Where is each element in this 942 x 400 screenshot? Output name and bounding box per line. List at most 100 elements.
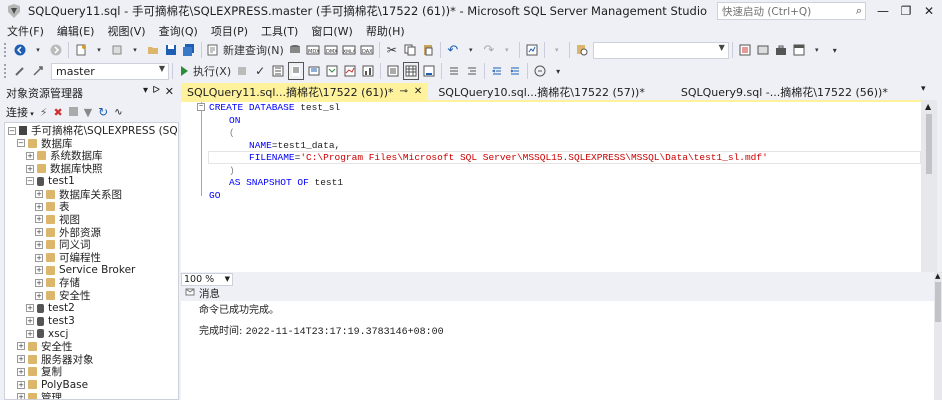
save-icon[interactable] — [163, 41, 179, 59]
toolbar-grip[interactable] — [3, 63, 7, 79]
db-engine-query-icon[interactable] — [287, 41, 303, 59]
expand-icon[interactable]: + — [26, 317, 34, 325]
redo-icon[interactable]: ↷ — [481, 41, 497, 59]
results-to-file-icon[interactable] — [421, 62, 437, 80]
tree-node[interactable]: + 数据库快照 — [26, 162, 103, 175]
expand-icon[interactable]: + — [35, 190, 43, 198]
chevron-down-icon[interactable]: ▾ — [30, 41, 46, 59]
mdx-query-icon[interactable]: MDX — [305, 41, 321, 59]
menu-window[interactable]: 窗口(W) — [304, 23, 358, 39]
quick-launch-input[interactable]: 快速启动 (Ctrl+Q) ⌕ — [717, 2, 866, 20]
close-icon[interactable]: ✕ — [165, 85, 174, 98]
results-to-grid-icon[interactable] — [403, 62, 420, 80]
close-icon[interactable]: ✕ — [414, 86, 422, 97]
dmx-query-icon[interactable]: DMX — [323, 41, 339, 59]
tab-messages[interactable]: 消息 — [199, 286, 220, 301]
expand-icon[interactable]: + — [17, 380, 25, 389]
activity-monitor-icon[interactable]: ∿ — [114, 107, 122, 118]
change-connection-icon[interactable] — [30, 62, 46, 80]
tree-node[interactable]: + 可编程性 — [35, 251, 101, 264]
expand-icon[interactable]: + — [35, 291, 43, 300]
chevron-down-icon[interactable]: ▾ — [143, 85, 148, 96]
menu-edit[interactable]: 编辑(E) — [50, 23, 101, 39]
uncomment-icon[interactable] — [464, 62, 480, 80]
menu-file[interactable]: 文件(F) — [0, 23, 50, 39]
save-all-icon[interactable] — [181, 41, 197, 59]
scrollbar-thumb[interactable] — [935, 282, 941, 322]
specify-template-values-icon[interactable] — [532, 62, 548, 80]
cut-icon[interactable]: ✂ — [384, 41, 400, 59]
tab-overflow-icon[interactable]: ▾ — [921, 84, 926, 94]
query-editor[interactable]: − CREATE DATABASE test_sl ON ( NAME=test… — [181, 100, 937, 272]
expand-icon[interactable]: + — [35, 202, 43, 211]
filter-icon[interactable]: ▼ — [84, 106, 92, 119]
tab-sqlquery9[interactable]: SQLQuery9.sql -...摘棉花\17522 (56))* — [651, 83, 894, 100]
chevron-down-icon[interactable]: ▾ — [463, 41, 479, 59]
expand-icon[interactable]: + — [17, 367, 25, 376]
client-stats-icon[interactable] — [360, 62, 376, 80]
expand-icon[interactable]: + — [17, 342, 25, 351]
results-pane[interactable]: 命令已成功完成。 完成时间: 2022-11-14T23:17:19.37831… — [181, 301, 937, 400]
collapse-icon[interactable]: − — [8, 126, 16, 135]
actual-plan-icon[interactable] — [324, 62, 340, 80]
menu-tools[interactable]: 工具(T) — [254, 23, 304, 39]
activity-monitor-icon[interactable] — [524, 41, 540, 59]
scroll-up-icon[interactable]: ▲ — [935, 272, 940, 280]
expand-icon[interactable]: + — [35, 240, 43, 249]
properties-icon[interactable] — [737, 41, 753, 59]
estimated-plan-icon[interactable] — [270, 62, 286, 80]
cancel-query-icon[interactable] — [234, 62, 250, 80]
expand-icon[interactable]: + — [26, 164, 34, 173]
editor-scrollbar[interactable]: ▲ — [921, 100, 937, 272]
query-options-icon[interactable] — [288, 62, 305, 80]
collapse-icon[interactable]: − — [26, 177, 34, 186]
tree-node[interactable]: + 数据库关系图 — [35, 188, 122, 201]
expand-icon[interactable]: + — [26, 151, 34, 160]
back-icon[interactable] — [12, 41, 28, 59]
toolbar-options-icon[interactable]: ▾ — [550, 62, 566, 80]
expand-icon[interactable]: + — [35, 253, 43, 262]
toolbar-options-icon[interactable]: ▾ — [827, 41, 843, 59]
results-scrollbar[interactable]: ▲ — [934, 272, 942, 400]
expand-icon[interactable]: + — [26, 329, 34, 338]
database-combo[interactable]: master ▼ — [51, 62, 169, 80]
live-stats-icon[interactable] — [342, 62, 358, 80]
undo-icon[interactable]: ↶ — [445, 41, 461, 59]
scrollbar-thumb[interactable] — [926, 114, 932, 174]
tab-sqlquery10[interactable]: SQLQuery10.sql...摘棉花\17522 (57))* — [428, 83, 651, 100]
xmla-query-icon[interactable]: XMLA — [341, 41, 357, 59]
execute-button[interactable]: 执行(X) — [177, 62, 232, 80]
object-explorer-tree[interactable]: −手可摘棉花\SQLEXPRESS (SQL Server−数据库+系统数据库+… — [4, 122, 179, 400]
expand-icon[interactable]: + — [35, 266, 43, 275]
chevron-down-icon[interactable]: ▾ — [499, 41, 515, 59]
scroll-up-icon[interactable]: ▲ — [925, 102, 931, 111]
menu-project[interactable]: 项目(P) — [204, 23, 254, 39]
chevron-down-icon[interactable]: ▾ — [91, 41, 107, 59]
pin-icon[interactable]: ⊸ — [400, 86, 408, 97]
intellisense-icon[interactable] — [306, 62, 322, 80]
connect-icon[interactable]: ⚡ — [40, 106, 48, 119]
dax-query-icon[interactable]: DAX — [359, 41, 375, 59]
toolbox-icon[interactable] — [773, 41, 789, 59]
toolbar-grip[interactable] — [3, 42, 7, 58]
parse-checkmark-icon[interactable]: ✓ — [252, 62, 268, 80]
paste-icon[interactable] — [420, 41, 436, 59]
results-to-text-icon[interactable] — [385, 62, 401, 80]
tab-sqlquery11[interactable]: SQLQuery11.sql...摘棉花\17522 (61))* ⊸ ✕ — [181, 83, 429, 100]
chevron-down-icon[interactable]: ▾ — [809, 41, 825, 59]
menu-help[interactable]: 帮助(H) — [359, 23, 411, 39]
forward-icon[interactable] — [48, 41, 64, 59]
tree-node[interactable]: + Service Broker — [35, 264, 135, 277]
open-folder-icon[interactable] — [145, 41, 161, 59]
decrease-indent-icon[interactable] — [489, 62, 505, 80]
tree-node[interactable]: + test2 — [26, 302, 75, 315]
menu-view[interactable]: 视图(V) — [100, 23, 151, 39]
disconnect-icon[interactable]: ✖ — [53, 106, 62, 119]
expand-icon[interactable]: + — [35, 228, 43, 237]
new-query-button[interactable]: 新建查询(N) — [206, 41, 285, 59]
tree-node[interactable]: + 复制 — [17, 365, 62, 378]
object-explorer-icon[interactable] — [755, 41, 771, 59]
window-layout-icon[interactable] — [791, 41, 807, 59]
chevron-down-icon[interactable]: ▾ — [549, 41, 565, 59]
zoom-combo[interactable]: 100 % ▼ — [181, 272, 233, 286]
